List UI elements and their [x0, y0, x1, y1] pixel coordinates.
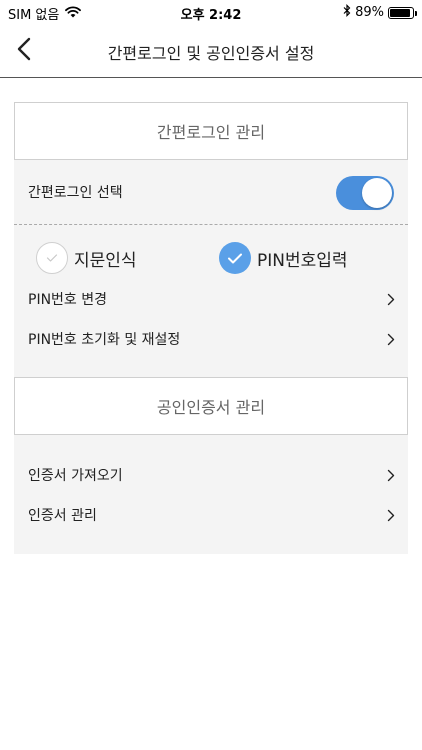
option-fingerprint[interactable]: 지문인식: [36, 240, 137, 276]
battery-fill: [390, 8, 410, 17]
nav-bar: 간편로그인 및 공인인증서 설정: [0, 24, 422, 78]
toggle-knob: [362, 178, 392, 208]
easy-login-select-label: 간편로그인 선택: [28, 185, 123, 201]
battery-cap: [415, 10, 417, 16]
dashed-divider: [14, 224, 408, 225]
battery-icon: [388, 6, 417, 19]
option-fingerprint-label: 지문인식: [74, 250, 137, 271]
cert-import-label[interactable]: 인증서 가져오기: [28, 465, 123, 485]
chevron-right-icon[interactable]: [384, 332, 398, 346]
chevron-right-icon[interactable]: [384, 508, 398, 522]
chevron-right-icon[interactable]: [384, 292, 398, 306]
check-icon: [36, 242, 68, 274]
option-pin[interactable]: PIN번호입력: [219, 240, 348, 276]
settings-panel: 간편로그인 관리 간편로그인 선택 지문인식 PIN번호입력 PIN번호 변경 …: [14, 102, 408, 554]
battery-percent: 89%: [355, 5, 384, 20]
bluetooth-icon: [343, 4, 351, 21]
option-pin-label: PIN번호입력: [257, 250, 348, 271]
cert-manage-label[interactable]: 인증서 관리: [28, 505, 97, 525]
easy-login-toggle[interactable]: [336, 176, 394, 210]
pin-reset-label[interactable]: PIN번호 초기화 및 재설정: [28, 329, 180, 349]
check-icon: [219, 242, 251, 274]
page-title: 간편로그인 및 공인인증서 설정: [107, 44, 315, 63]
status-right: 89%: [343, 4, 417, 21]
status-bar: SIM 없음 오후 2:42 89%: [0, 0, 422, 24]
certificate-header: 공인인증서 관리: [14, 377, 408, 435]
easy-login-header: 간편로그인 관리: [14, 102, 408, 160]
chevron-right-icon[interactable]: [384, 468, 398, 482]
pin-change-label[interactable]: PIN번호 변경: [28, 289, 107, 309]
